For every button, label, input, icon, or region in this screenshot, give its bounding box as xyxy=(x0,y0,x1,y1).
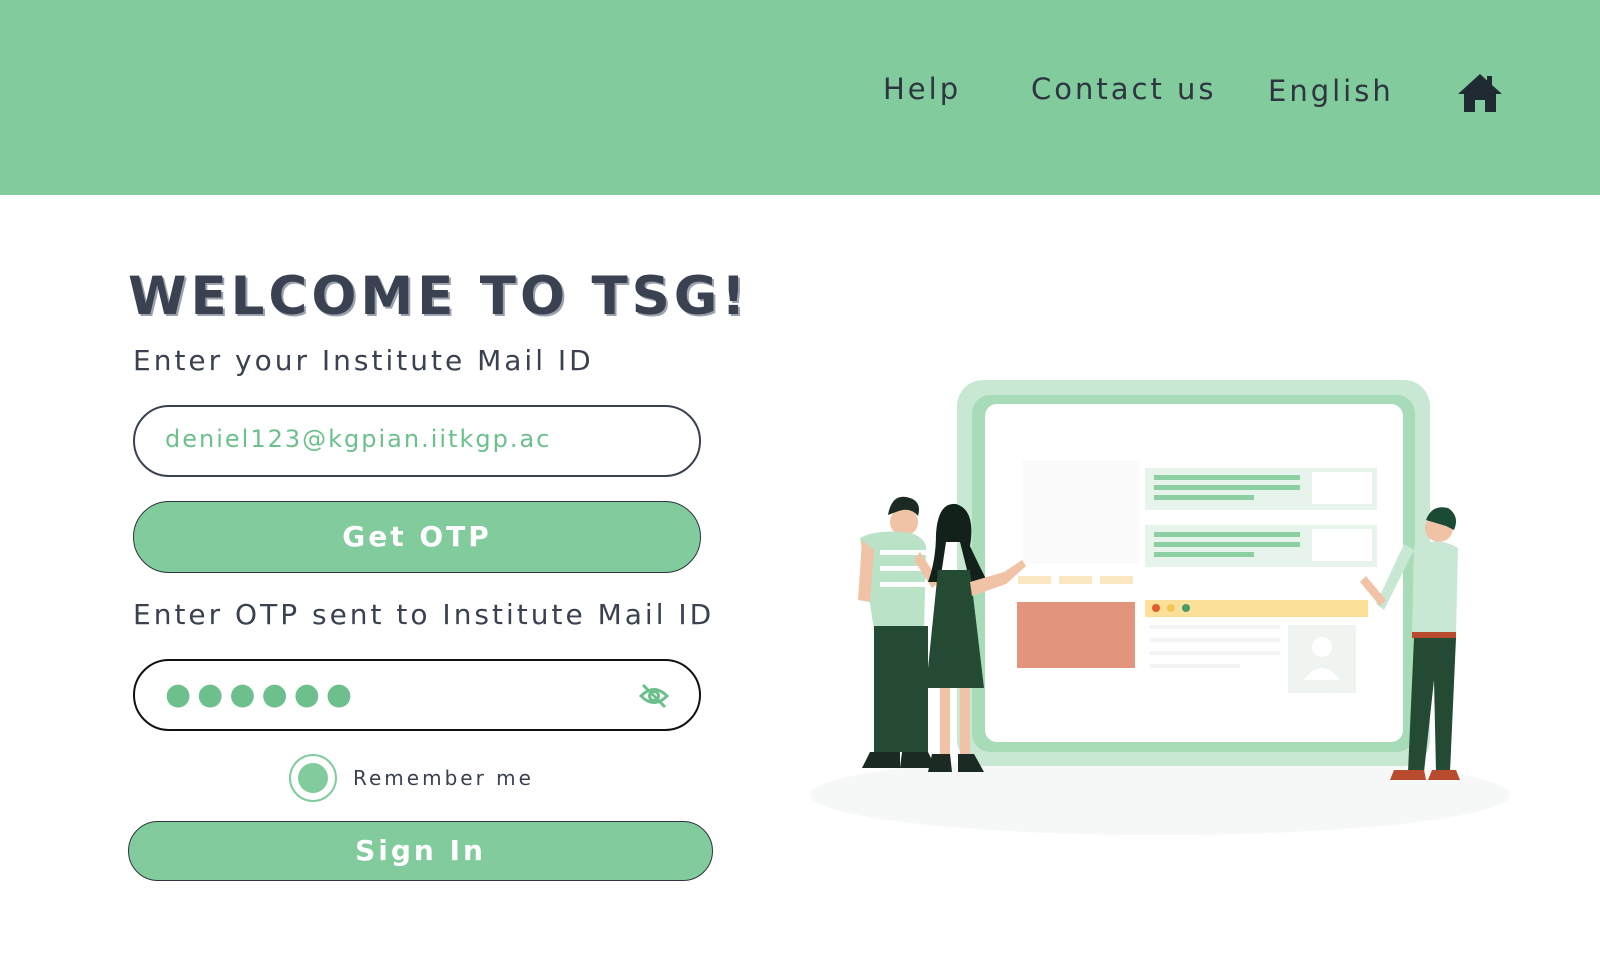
otp-masked-value: ●●●●●● xyxy=(165,677,359,712)
remember-me-label[interactable]: Remember me xyxy=(353,766,534,790)
team-presentation-illustration xyxy=(810,380,1510,835)
page-title: WELCOME TO TSG! xyxy=(128,266,750,327)
screen-panel xyxy=(1022,460,1140,564)
eye-off-icon[interactable] xyxy=(639,683,669,709)
language-selector[interactable]: English xyxy=(1268,74,1394,108)
sign-in-button[interactable]: Sign In xyxy=(128,821,713,881)
home-icon[interactable] xyxy=(1456,72,1504,114)
remember-me-radio[interactable] xyxy=(289,754,337,802)
get-otp-button[interactable]: Get OTP xyxy=(133,501,701,573)
otp-label: Enter OTP sent to Institute Mail ID xyxy=(133,598,715,631)
otp-field[interactable]: ●●●●●● xyxy=(133,659,701,731)
top-header: Help Contact us English xyxy=(0,0,1600,195)
radio-selected-dot xyxy=(298,763,328,793)
email-value: deniel123@kgpian.iitkgp.ac xyxy=(165,425,552,453)
mail-id-label: Enter your Institute Mail ID xyxy=(133,344,594,377)
email-field[interactable]: deniel123@kgpian.iitkgp.ac xyxy=(133,405,701,477)
contact-us-link[interactable]: Contact us xyxy=(1031,72,1217,106)
help-link[interactable]: Help xyxy=(883,72,961,106)
